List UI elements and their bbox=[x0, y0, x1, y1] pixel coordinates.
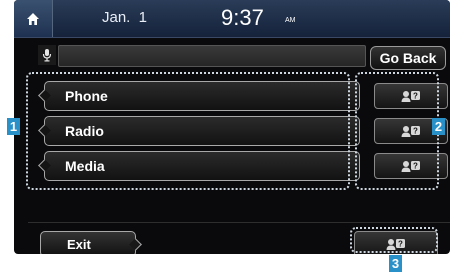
go-back-button[interactable]: Go Back bbox=[370, 46, 446, 70]
exit-notch bbox=[129, 238, 142, 251]
help-buttons-highlight-region bbox=[355, 72, 439, 190]
home-icon bbox=[27, 12, 39, 25]
footer-divider bbox=[28, 222, 450, 223]
home-button[interactable] bbox=[14, 0, 53, 37]
exit-button-label: Exit bbox=[67, 236, 91, 252]
general-help-highlight-region bbox=[350, 227, 438, 253]
clock-display: 9:37 bbox=[221, 5, 264, 30]
date-display: Jan. 1 bbox=[102, 9, 148, 26]
voice-prompt-bar bbox=[58, 45, 366, 67]
callout-1: 1 bbox=[7, 118, 20, 135]
callout-2: 2 bbox=[432, 118, 445, 135]
callout-3: 3 bbox=[389, 255, 402, 272]
exit-button[interactable]: Exit bbox=[40, 231, 142, 254]
list-highlight-region bbox=[26, 72, 350, 190]
microphone-indicator bbox=[38, 45, 56, 65]
microphone-icon bbox=[42, 49, 52, 62]
ampm-indicator: AM bbox=[285, 17, 296, 24]
status-bar: Jan. 1 9:37 AM bbox=[14, 0, 450, 38]
head-unit-screen: Jan. 1 9:37 AM Go Back Phone Radio Media… bbox=[14, 0, 450, 254]
